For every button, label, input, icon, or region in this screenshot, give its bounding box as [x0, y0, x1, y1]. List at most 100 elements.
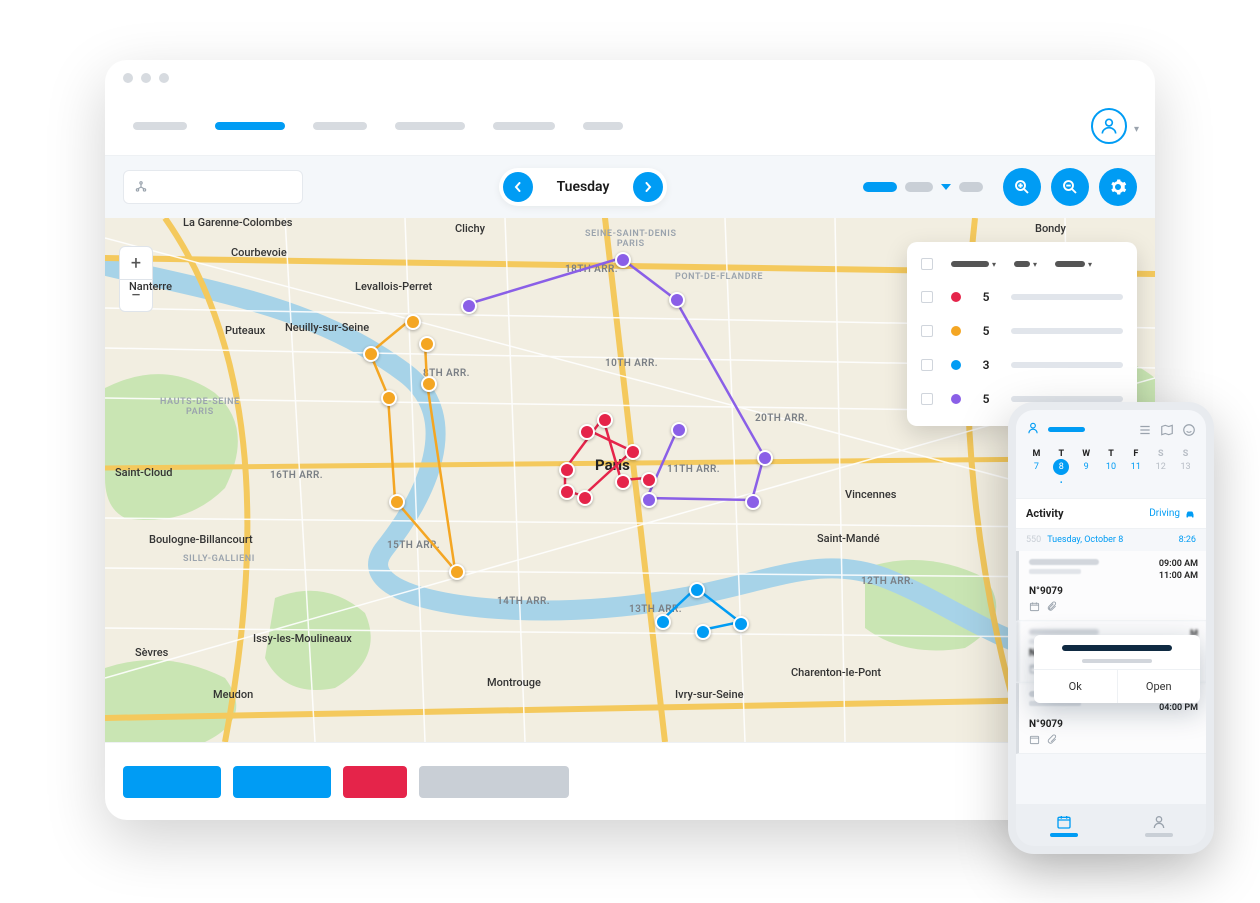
- ok-button[interactable]: Ok: [1034, 670, 1117, 703]
- car-icon: [1184, 508, 1196, 520]
- map[interactable]: + − Paris 18TH ARR. 10TH ARR. 8TH ARR. 2…: [105, 218, 1155, 742]
- nav-tab[interactable]: [133, 122, 187, 130]
- action-button[interactable]: [233, 766, 331, 798]
- waypoint[interactable]: [615, 252, 631, 268]
- cal-date[interactable]: 13: [1173, 459, 1198, 475]
- waypoint[interactable]: [381, 390, 397, 406]
- cal-date[interactable]: 11: [1123, 459, 1148, 475]
- nav-tab-active[interactable]: [215, 122, 285, 130]
- checkbox[interactable]: [921, 359, 933, 371]
- checkbox[interactable]: [921, 291, 933, 303]
- waypoint[interactable]: [577, 490, 593, 506]
- zoom-out-button[interactable]: [1051, 168, 1089, 206]
- window-titlebar: [105, 60, 1155, 96]
- checkbox[interactable]: [921, 258, 933, 270]
- waypoint[interactable]: [641, 492, 657, 508]
- dateinfo-row: 550Tuesday, October 8 8:26: [1016, 529, 1206, 551]
- map-town-label: Saint-Cloud: [115, 466, 172, 479]
- open-button[interactable]: Open: [1117, 670, 1201, 703]
- zoom-in-button[interactable]: [1003, 168, 1041, 206]
- search-input[interactable]: [123, 170, 303, 204]
- legend-count: 5: [979, 324, 993, 338]
- map-town-label: Courbevoie: [231, 246, 287, 259]
- waypoint[interactable]: [579, 424, 595, 440]
- waypoint[interactable]: [733, 616, 749, 632]
- hierarchy-icon: [134, 180, 148, 194]
- cal-date[interactable]: 10: [1099, 459, 1124, 475]
- prev-day-button[interactable]: [503, 172, 533, 202]
- waypoint[interactable]: [421, 376, 437, 392]
- waypoint[interactable]: [671, 422, 687, 438]
- nav-tab[interactable]: [395, 122, 465, 130]
- map-region-label: SILLY-GALLIENI: [183, 554, 255, 564]
- legend-row[interactable]: 5: [907, 314, 1137, 348]
- chevron-right-icon: [643, 182, 653, 192]
- cal-date-selected[interactable]: 8: [1053, 459, 1069, 475]
- map-town-label: Ivry-sur-Seine: [675, 688, 743, 701]
- popover-subtitle: [1082, 659, 1152, 663]
- waypoint[interactable]: [461, 298, 477, 314]
- toolbar: Tuesday: [105, 156, 1155, 218]
- action-button[interactable]: [123, 766, 221, 798]
- waypoint[interactable]: [419, 336, 435, 352]
- nav-tab[interactable]: [313, 122, 367, 130]
- calendar-icon: [1029, 601, 1040, 612]
- checkbox[interactable]: [921, 325, 933, 337]
- color-swatch: [951, 292, 961, 302]
- waypoint[interactable]: [389, 494, 405, 510]
- zoom-in[interactable]: +: [120, 247, 152, 279]
- waypoint[interactable]: [757, 450, 773, 466]
- activity-row[interactable]: Activity Driving: [1016, 498, 1206, 529]
- phone-mockup: M T W T F S S 7 8 9 10 11 12 13 • Activi…: [1008, 402, 1214, 854]
- waypoint[interactable]: [559, 462, 575, 478]
- waypoint[interactable]: [449, 564, 465, 580]
- map-town-label: Meudon: [213, 688, 253, 701]
- waypoint[interactable]: [689, 582, 705, 598]
- view-toggle[interactable]: [863, 182, 983, 192]
- color-swatch: [951, 394, 961, 404]
- waypoint[interactable]: [695, 624, 711, 640]
- action-button-danger[interactable]: [343, 766, 407, 798]
- waypoint[interactable]: [655, 614, 671, 630]
- map-town-label: Levallois-Perret: [355, 280, 432, 293]
- action-button-disabled: [419, 766, 569, 798]
- map-town-label: Neuilly-sur-Seine: [285, 321, 369, 334]
- legend-row[interactable]: 3: [907, 348, 1137, 382]
- nav-events[interactable]: [1016, 804, 1111, 846]
- settings-button[interactable]: [1099, 168, 1137, 206]
- visit-card[interactable]: 09:00 AM11:00 AM N°9079: [1016, 551, 1206, 621]
- waypoint[interactable]: [669, 292, 685, 308]
- waypoint[interactable]: [625, 444, 641, 460]
- waypoint[interactable]: [745, 494, 761, 510]
- next-day-button[interactable]: [633, 172, 663, 202]
- smile-icon[interactable]: [1182, 423, 1196, 437]
- waypoint[interactable]: [559, 484, 575, 500]
- legend-header: ▾ ▾ ▾: [907, 252, 1137, 280]
- user-avatar[interactable]: ▾: [1091, 108, 1127, 144]
- list-icon[interactable]: [1138, 423, 1152, 437]
- waypoint[interactable]: [363, 346, 379, 362]
- checkbox[interactable]: [921, 393, 933, 405]
- legend-label: [1011, 362, 1123, 368]
- nav-profile[interactable]: [1111, 804, 1206, 846]
- window-dot: [123, 73, 133, 83]
- waypoint[interactable]: [597, 412, 613, 428]
- attachment-icon: [1046, 734, 1057, 745]
- cal-date[interactable]: 12: [1148, 459, 1173, 475]
- map-town-label: Sèvres: [135, 646, 168, 659]
- dow: W: [1074, 449, 1099, 459]
- legend-row[interactable]: 5: [907, 280, 1137, 314]
- waypoint[interactable]: [615, 474, 631, 490]
- cal-date[interactable]: 7: [1024, 459, 1049, 475]
- waypoint[interactable]: [641, 472, 657, 488]
- waypoint[interactable]: [405, 314, 421, 330]
- map-icon[interactable]: [1160, 423, 1174, 437]
- map-arr-label: 14TH ARR.: [497, 596, 550, 607]
- cal-date[interactable]: 9: [1074, 459, 1099, 475]
- nav-tab[interactable]: [583, 122, 623, 130]
- chevron-left-icon: [513, 182, 523, 192]
- triangle-down-icon: [941, 184, 951, 190]
- visit-id: N°9079: [1029, 586, 1198, 597]
- nav-tab[interactable]: [493, 122, 555, 130]
- date-picker: Tuesday: [499, 168, 668, 206]
